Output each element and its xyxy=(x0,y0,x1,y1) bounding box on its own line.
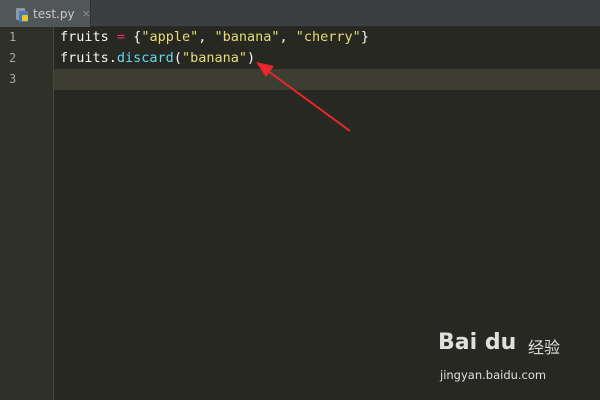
tab-test-py[interactable]: test.py × xyxy=(0,0,91,27)
line-number: 2 xyxy=(9,51,17,65)
line-number: 3 xyxy=(9,72,17,86)
code-token: , xyxy=(198,29,215,45)
line-number: 1 xyxy=(9,30,17,44)
code-token: "apple" xyxy=(141,29,199,45)
code-token: fruits. xyxy=(60,50,117,66)
current-line-highlight xyxy=(0,69,600,90)
code-token: } xyxy=(360,29,369,45)
code-token: "banana" xyxy=(181,50,247,66)
editor-tab-bar: test.py × xyxy=(0,0,600,27)
python-file-icon xyxy=(15,7,29,22)
code-token: { xyxy=(125,29,142,45)
code-token: discard xyxy=(116,50,174,66)
code-token: fruits xyxy=(60,29,117,45)
line-number-gutter: 1 2 3 xyxy=(0,27,54,400)
tab-label: test.py xyxy=(33,6,75,21)
tab-close-icon[interactable]: × xyxy=(82,7,91,20)
code-token: "banana" xyxy=(214,29,280,45)
baidu-jingyan-watermark: Bai du 经验 jingyan.baidu.com xyxy=(438,330,578,390)
watermark-url: jingyan.baidu.com xyxy=(440,368,547,382)
code-line-2[interactable]: fruits.discard("banana") xyxy=(60,48,255,69)
code-token: ( xyxy=(173,50,182,66)
watermark-cn-text: 经验 xyxy=(528,338,561,357)
watermark-brand: Bai du xyxy=(438,330,517,355)
code-token: , xyxy=(279,29,296,45)
code-line-1[interactable]: fruits = {"apple", "banana", "cherry"} xyxy=(60,27,369,48)
code-token: ) xyxy=(246,50,256,66)
code-token: = xyxy=(116,29,126,45)
code-token: "cherry" xyxy=(295,29,361,45)
